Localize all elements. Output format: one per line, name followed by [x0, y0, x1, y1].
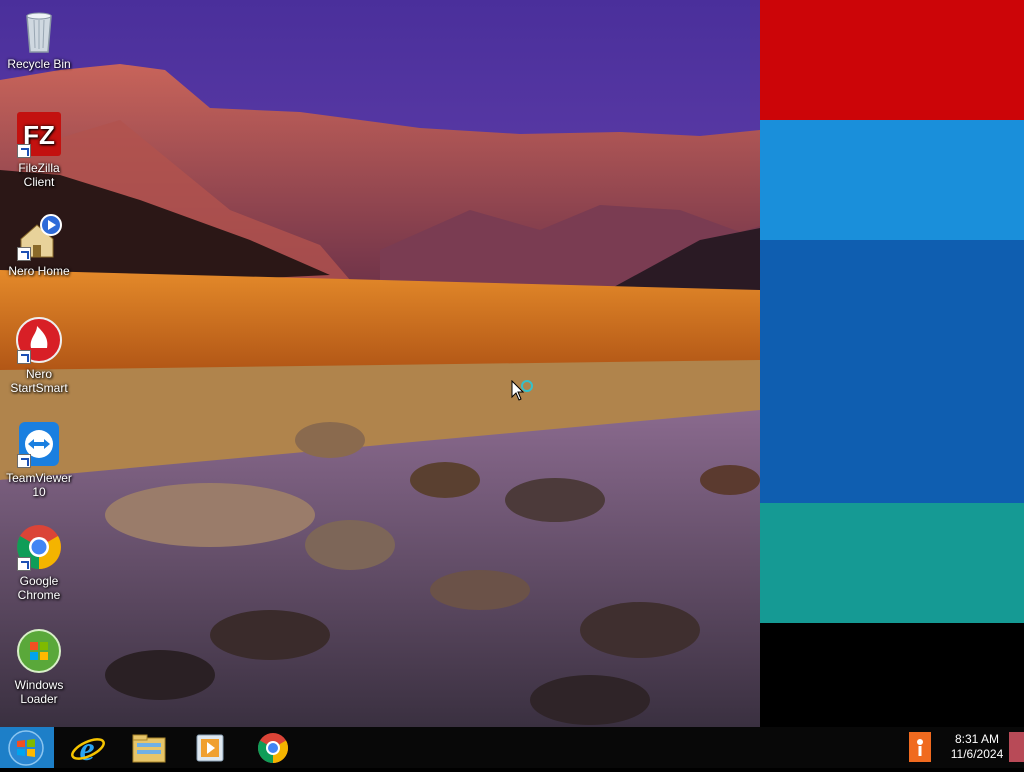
- start-tiles-strip: [760, 0, 1024, 727]
- nero-startsmart-icon: [15, 316, 63, 364]
- svg-text:e: e: [79, 731, 94, 767]
- shortcut-arrow-icon: [17, 557, 31, 571]
- taskbar-file-explorer[interactable]: [130, 729, 168, 767]
- taskbar: e 8:31 AM 11/6/2024: [0, 727, 1024, 768]
- desktop-icon-teamviewer[interactable]: TeamViewer 10: [0, 420, 78, 499]
- chrome-icon: [254, 733, 292, 771]
- desktop-icon-nero-home[interactable]: Nero Home: [0, 213, 78, 278]
- windows-loader-icon: [15, 627, 63, 675]
- tile-black: [760, 623, 1024, 727]
- mouse-cursor-icon: [511, 379, 533, 411]
- show-desktop-button[interactable]: [1009, 732, 1024, 762]
- shortcut-arrow-icon: [17, 350, 31, 364]
- nero-startsmart-label: Nero StartSmart: [10, 367, 68, 395]
- media-player-icon: [191, 734, 229, 771]
- filezilla-label: FileZilla Client: [18, 161, 60, 189]
- desktop-icon-filezilla[interactable]: FZ FileZilla Client: [0, 110, 78, 189]
- desktop-icon-nero-startsmart[interactable]: Nero StartSmart: [0, 316, 78, 395]
- desktop-icon-windows-loader[interactable]: Windows Loader: [0, 627, 78, 706]
- taskbar-google-chrome[interactable]: [254, 729, 292, 767]
- nero-home-icon: [15, 213, 63, 261]
- tile-red[interactable]: [760, 0, 1024, 120]
- taskbar-media-player[interactable]: [191, 729, 229, 767]
- clock-time: 8:31 AM: [954, 732, 1000, 746]
- google-chrome-label: Google Chrome: [17, 574, 61, 602]
- tile-teal[interactable]: [760, 503, 1024, 623]
- windows-loader-label: Windows Loader: [14, 678, 64, 706]
- teamviewer-icon: [15, 420, 63, 468]
- file-explorer-icon: [130, 734, 168, 771]
- tile-dark-blue[interactable]: [760, 240, 1024, 503]
- internet-explorer-icon: e: [68, 731, 106, 771]
- tray-app-icon[interactable]: [909, 732, 931, 762]
- teamviewer-label: TeamViewer 10: [6, 471, 72, 499]
- start-button[interactable]: [0, 727, 54, 768]
- recycle-bin-label: Recycle Bin: [7, 57, 71, 71]
- tile-light-blue[interactable]: [760, 120, 1024, 240]
- desktop-icon-google-chrome[interactable]: Google Chrome: [0, 523, 78, 602]
- taskbar-clock[interactable]: 8:31 AM 11/6/2024: [940, 732, 1014, 762]
- recycle-bin-icon: [15, 6, 63, 54]
- filezilla-icon: FZ: [15, 110, 63, 158]
- windows-start-icon: [7, 729, 45, 772]
- desktop-wallpaper[interactable]: [0, 0, 760, 727]
- clock-date: 11/6/2024: [950, 747, 1004, 761]
- shortcut-arrow-icon: [17, 454, 31, 468]
- taskbar-internet-explorer[interactable]: e: [68, 729, 106, 768]
- shortcut-arrow-icon: [17, 144, 31, 158]
- desktop-icon-recycle-bin[interactable]: Recycle Bin: [0, 6, 78, 71]
- nero-home-label: Nero Home: [8, 264, 70, 278]
- shortcut-arrow-icon: [17, 247, 31, 261]
- chrome-icon: [15, 523, 63, 571]
